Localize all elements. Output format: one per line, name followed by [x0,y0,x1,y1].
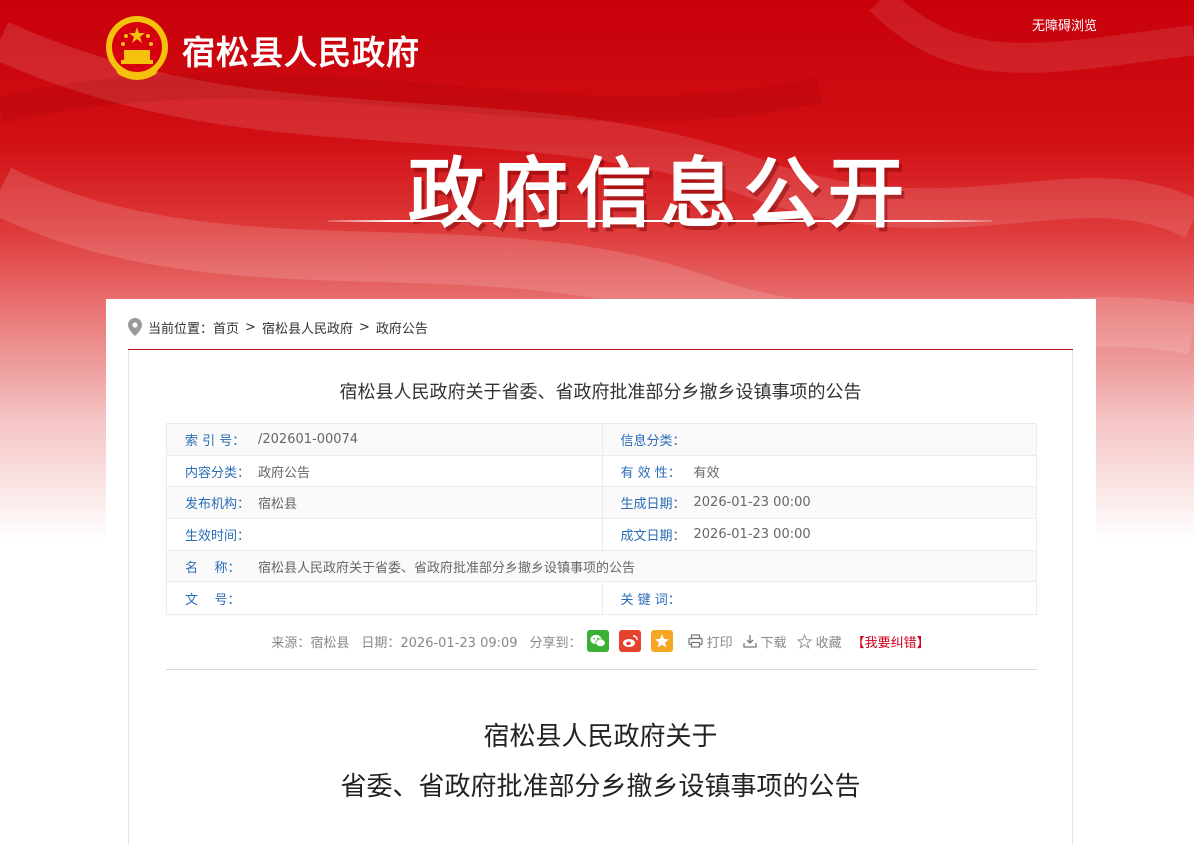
meta-label: 成文日期： [620,528,686,544]
accessibility-link[interactable]: 无障碍浏览 [1032,15,1097,34]
download-button[interactable]: 下载 [742,632,787,651]
meta-label: 有 效 性： [620,465,681,481]
meta-value: 宿松县人民政府关于省委、省政府批准部分乡撤乡设镇事项的公告 [258,560,636,576]
meta-value: 政府公告 [258,465,311,481]
content-divider [166,669,1037,670]
meta-label: 名 称： [185,560,241,576]
article-source: 来源：宿松县 [271,635,350,651]
meta-label: 文 号： [185,592,241,608]
wechat-icon[interactable] [586,630,609,652]
meta-info-category: 信息分类： [601,424,1037,455]
hero-underline [328,220,992,222]
national-emblem-icon [106,16,168,80]
metadata-row: 索 引 号： /202601-00074 信息分类： [167,424,1036,456]
metadata-row: 生效时间： 成文日期： 2026-01-23 00:00 [167,519,1036,551]
share-toolbar: 来源：宿松县 日期：2026-01-23 09:09 分享到： 打印 下载 收藏… [129,630,1072,652]
meta-written-date: 成文日期： 2026-01-23 00:00 [601,519,1037,550]
breadcrumb-announcements[interactable]: 政府公告 [376,318,428,337]
location-pin-icon [128,318,142,336]
article-title: 宿松县人民政府关于省委、省政府批准部分乡撤乡设镇事项的公告 [339,382,862,403]
meta-effective-time: 生效时间： [167,519,602,550]
meta-label: 生效时间： [185,528,251,544]
meta-doc-no: 文 号： [167,582,602,614]
meta-publisher: 发布机构： 宿松县 [167,487,602,518]
meta-label: 发布机构： [185,497,251,513]
document-heading-line1: 宿松县人民政府关于 [483,722,718,752]
star-outline-icon [796,633,812,649]
meta-name: 名 称： 宿松县人民政府关于省委、省政府批准部分乡撤乡设镇事项的公告 [167,551,1036,582]
site-name[interactable]: 宿松县人民政府 [182,26,420,74]
meta-label: 生成日期： [620,497,686,513]
breadcrumb-county-government[interactable]: 宿松县人民政府 [262,318,353,337]
printer-icon [687,634,703,648]
favorite-label: 收藏 [815,635,842,651]
meta-label: 信息分类： [620,433,686,449]
print-button[interactable]: 打印 [687,632,733,651]
meta-content-category: 内容分类： 政府公告 [167,456,602,487]
meta-value: 宿松县 [258,497,298,513]
meta-value: 2026-01-23 00:00 [693,495,811,511]
qzone-star-icon[interactable] [650,630,673,652]
article-container: 宿松县人民政府关于省委、省政府批准部分乡撤乡设镇事项的公告 索 引 号： /20… [128,350,1073,845]
content-card: 当前位置： 首页 > 宿松县人民政府 > 政府公告 宿松县人民政府关于省委、省政… [106,299,1096,845]
meta-validity: 有 效 性： 有效 [601,455,1037,487]
download-icon [742,635,757,648]
hero-title: 政府信息公开 [408,149,912,238]
print-label: 打印 [706,635,733,651]
breadcrumb: 当前位置： 首页 > 宿松县人民政府 > 政府公告 [128,317,428,337]
document-heading-line2: 省委、省政府批准部分乡撤乡设镇事项的公告 [340,772,861,802]
meta-value: 有效 [693,465,720,481]
breadcrumb-separator: > [245,319,256,335]
meta-value: 2026-01-23 00:00 [693,526,811,542]
article-date: 日期：2026-01-23 09:09 [361,635,518,651]
meta-value: /202601-00074 [258,431,359,447]
report-error-link[interactable]: 【我要纠错】 [852,632,930,651]
metadata-table: 索 引 号： /202601-00074 信息分类： 内容分类： 政府公告 有 … [166,423,1037,616]
download-label: 下载 [760,635,787,651]
favorite-button[interactable]: 收藏 [796,632,842,651]
weibo-icon[interactable] [618,630,641,652]
meta-created-date: 生成日期： 2026-01-23 00:00 [601,487,1037,519]
metadata-row: 发布机构： 宿松县 生成日期： 2026-01-23 00:00 [167,487,1037,520]
metadata-row: 名 称： 宿松县人民政府关于省委、省政府批准部分乡撤乡设镇事项的公告 [167,550,1036,583]
metadata-row: 文 号： 关 键 词： [167,582,1037,615]
breadcrumb-separator: > [358,319,370,335]
meta-keywords: 关 键 词： [601,582,1037,615]
meta-label: 内容分类： [185,465,251,481]
metadata-row: 内容分类： 政府公告 有 效 性： 有效 [167,455,1037,488]
share-label: 分享到： [529,635,582,651]
breadcrumb-home[interactable]: 首页 [213,318,239,337]
meta-label: 索 引 号： [185,433,246,449]
breadcrumb-prefix: 当前位置： [148,321,214,337]
meta-label: 关 键 词： [620,592,681,608]
meta-index-no: 索 引 号： /202601-00074 [167,424,602,455]
